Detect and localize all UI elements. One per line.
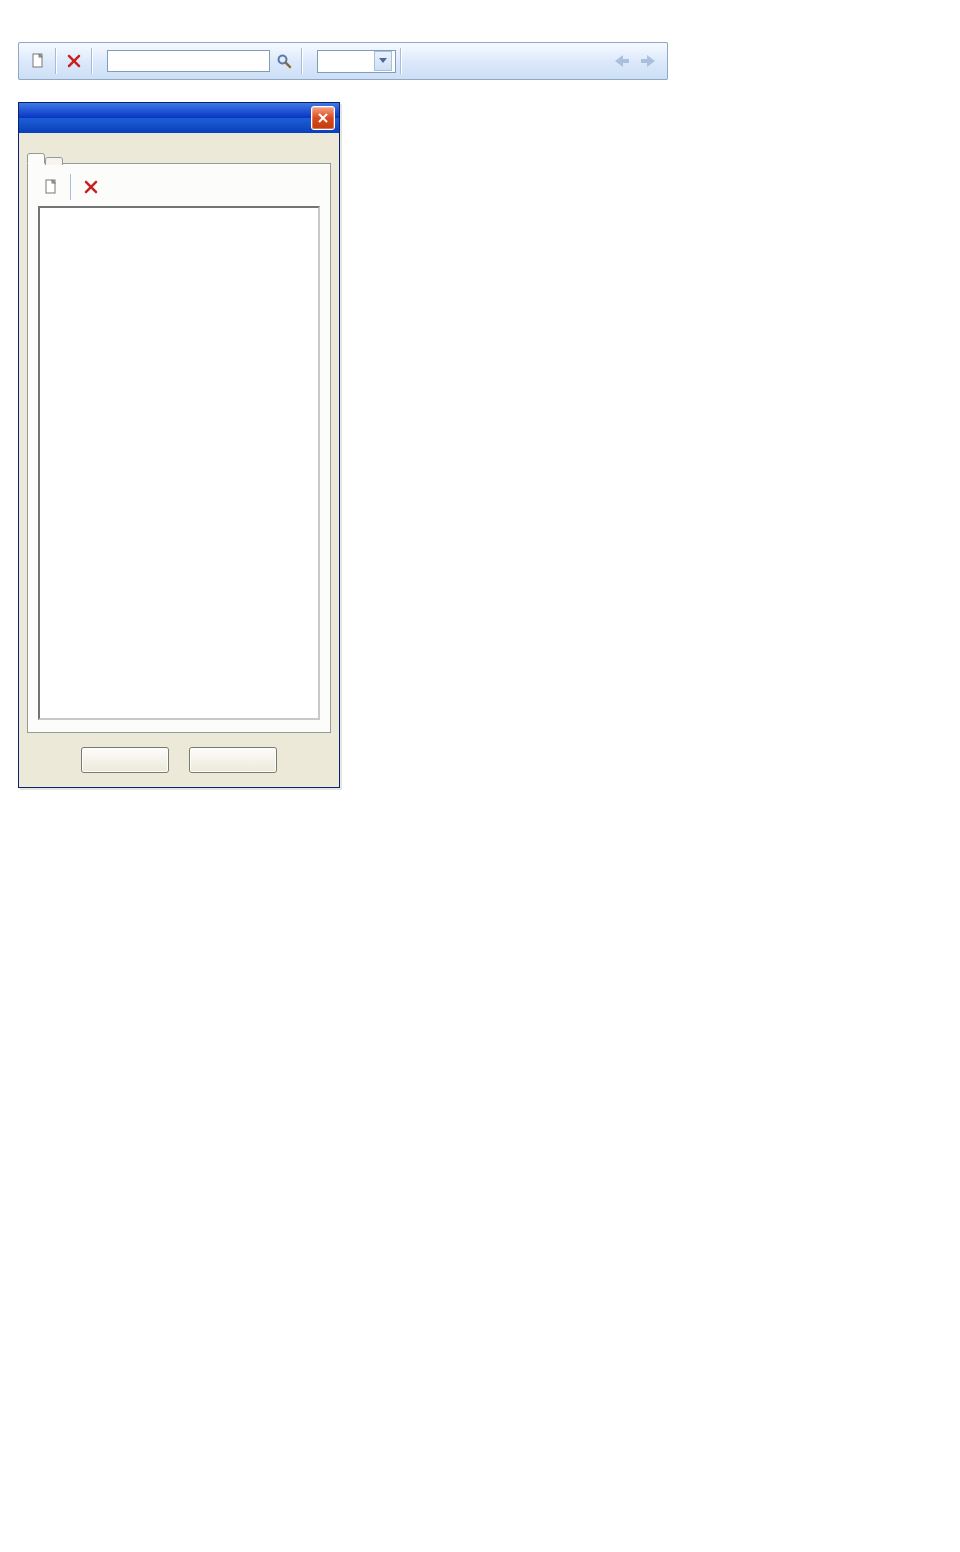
toolbar-separator [55,48,57,74]
search-button[interactable] [272,49,296,73]
toolbar-separator [400,48,402,74]
new-record-button[interactable] [26,49,50,73]
toolbar-separator [91,48,93,74]
window-close-button[interactable] [311,106,335,130]
window-body [19,133,339,787]
arrow-left-icon [615,55,629,67]
next-record-button[interactable] [637,50,659,72]
chevron-down-icon [374,51,392,71]
new-page-icon [43,179,59,195]
browse-toolbar [18,42,668,80]
panel-mini-toolbar [38,174,320,200]
delete-x-icon [67,54,81,68]
tab-strip [27,139,331,164]
toolbar-container [18,42,936,80]
visa-dropdown[interactable] [317,50,396,73]
window-titlebar [19,103,339,133]
tab-panel [27,163,331,733]
panel-delete-button[interactable] [79,175,103,199]
search-input[interactable] [107,50,270,72]
tab-hogtidsklader[interactable] [27,153,45,164]
toolbar-separator [70,174,72,200]
ok-button[interactable] [81,747,169,773]
window-wrapper [18,102,936,788]
delete-record-button[interactable] [62,49,86,73]
class-listbox[interactable] [38,206,320,720]
dialog-button-row [27,733,331,787]
toolbar-separator [301,48,303,74]
new-page-icon [30,53,46,69]
panel-new-button[interactable] [39,175,63,199]
tab-ovrigt[interactable] [45,157,63,165]
register-klasser-window [18,102,340,788]
arrow-right-icon [641,55,655,67]
cancel-button[interactable] [189,747,277,773]
prev-record-button[interactable] [611,50,633,72]
magnifier-icon [276,53,292,69]
close-icon [317,112,329,124]
delete-x-icon [84,180,98,194]
